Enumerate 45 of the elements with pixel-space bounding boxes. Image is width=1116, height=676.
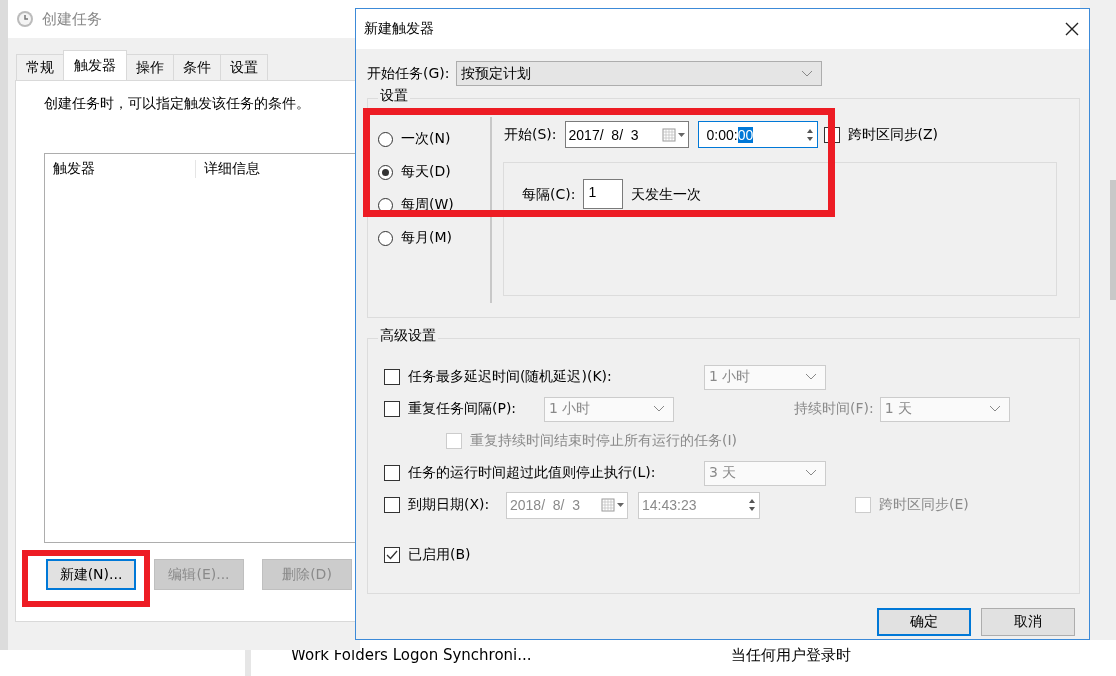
schedule-radio[interactable]: 每天(D) xyxy=(378,163,490,181)
tab[interactable]: 设置 xyxy=(220,54,268,80)
expiry-date-picker[interactable]: 2018/ 8/ 3 xyxy=(506,491,628,519)
chevron-down-icon xyxy=(800,69,813,78)
task-trigger: 当任何用户登录时 xyxy=(731,646,851,665)
schedule-radio[interactable]: 每月(M) xyxy=(378,229,490,247)
start-time-field[interactable]: 0:00:00 xyxy=(697,121,818,148)
tab[interactable]: 触发器 xyxy=(63,50,127,80)
calendar-icon[interactable] xyxy=(661,127,686,142)
window-title: 创建任务 xyxy=(42,9,102,29)
checkbox[interactable]: 重复任务间隔(P): xyxy=(384,400,544,418)
dialog-button[interactable]: 取消 xyxy=(981,608,1075,636)
calendar-icon[interactable] xyxy=(601,498,625,512)
checkbox[interactable]: 任务最多延迟时间(随机延迟)(K): xyxy=(384,368,704,386)
column-header[interactable]: 触发器 xyxy=(45,160,196,178)
checkbox[interactable]: 已启用(B) xyxy=(384,546,471,564)
interval-field[interactable]: 1 xyxy=(583,179,624,209)
close-icon[interactable] xyxy=(1065,22,1079,36)
group-title: 设置 xyxy=(378,87,410,105)
field-label: 每隔(C): xyxy=(522,185,576,204)
column-header[interactable]: 详细信息 xyxy=(196,160,260,178)
start-date-picker[interactable]: 2017/ 8/ 3 xyxy=(564,121,689,148)
checkbox[interactable]: 任务的运行时间超过此值则停止执行(L): xyxy=(384,464,704,482)
list-button[interactable]: 新建(N)... xyxy=(46,559,136,590)
field-label: 开始(S): xyxy=(504,125,557,144)
checkbox[interactable]: 到期日期(X): xyxy=(384,496,506,514)
unit-label: 天发生一次 xyxy=(631,185,702,204)
dialog-title: 新建触发器 xyxy=(364,20,434,38)
tab[interactable]: 常规 xyxy=(16,54,64,80)
schedule-radio[interactable]: 一次(N) xyxy=(378,130,490,148)
description-text: 创建任务时，可以指定触发该任务的条件。 xyxy=(44,95,311,113)
field-label: 持续时间(F): xyxy=(794,400,874,418)
clock-icon xyxy=(16,10,34,28)
chevron-down-icon xyxy=(653,405,665,413)
group-title: 高级设置 xyxy=(378,327,438,345)
dialog-button[interactable]: 确定 xyxy=(877,608,971,636)
expiry-time-field[interactable]: 14:43:23 xyxy=(638,491,760,519)
chevron-down-icon xyxy=(805,469,817,477)
chevron-down-icon xyxy=(805,373,817,381)
checkbox[interactable]: 跨时区同步(Z) xyxy=(823,125,939,144)
checkmark-icon xyxy=(386,550,398,560)
field-label: 开始任务(G): xyxy=(367,64,450,83)
chevron-down-icon xyxy=(988,405,1001,413)
schedule-radio[interactable]: 每周(W) xyxy=(378,196,490,214)
begin-task-dropdown[interactable]: 按预定计划 xyxy=(455,61,822,86)
